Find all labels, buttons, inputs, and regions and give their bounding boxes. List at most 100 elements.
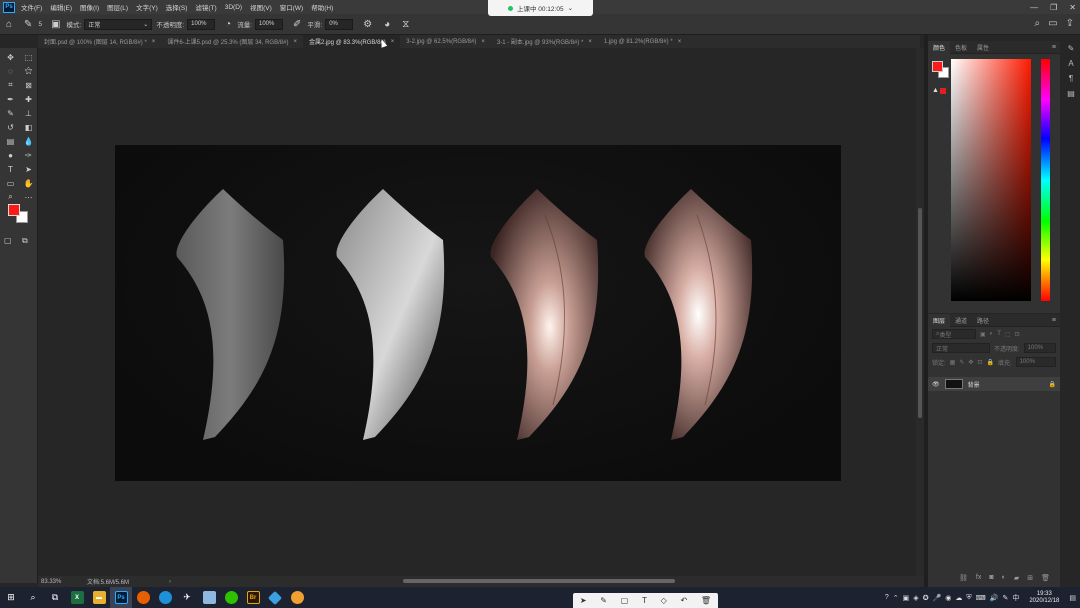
color-foreground-swatch[interactable] [932,61,943,72]
foreground-color-swatch[interactable] [8,204,20,216]
link-layers-icon[interactable]: ⛓ [959,574,968,582]
lock-position-icon[interactable]: ✥ [968,359,973,366]
tab-layers[interactable]: 图层 [928,313,951,327]
close-icon[interactable]: × [293,39,297,45]
search-icon[interactable]: ⌕ [22,587,44,608]
notification-icon[interactable]: ▤ [1069,594,1076,602]
close-icon[interactable]: × [588,39,592,45]
eraser-icon[interactable]: ◇ [661,596,667,605]
gamut-warning-icon[interactable]: ▲ [932,87,939,94]
trash-icon[interactable]: 🗑 [701,596,711,605]
new-layer-icon[interactable]: ⊞ [1027,574,1033,582]
menu-3d[interactable]: 3D(D) [225,4,242,11]
tab-document-1[interactable]: 课件6-上课5.psd @ 25.3% (图层 34, RGB/8#) × [161,35,303,48]
eyedropper-tool-icon[interactable]: ✒ [2,93,19,105]
blend-mode-select[interactable]: 正常 [932,343,990,353]
type-tool-icon[interactable]: T [2,163,19,175]
windows-start-icon[interactable]: ⊞ [0,587,22,608]
lock-all-icon[interactable]: 🔒 [986,359,993,366]
fill-field[interactable]: 100% [1015,357,1056,367]
tab-document-5[interactable]: 1.jpg @ 81.2%(RGB/8#) * × [598,35,687,48]
file-explorer-icon[interactable]: ▬ [88,587,110,608]
brush-preset-icon[interactable]: ✎ [24,19,32,30]
pointer-icon[interactable]: ➤ [580,596,587,605]
photoshop-taskbar-icon[interactable]: Ps [110,587,132,608]
menu-layer[interactable]: 图层(L) [107,2,128,12]
tab-channels[interactable]: 通道 [950,314,972,327]
filter-pixel-icon[interactable]: ▣ [980,331,986,338]
gamut-swatch[interactable] [940,88,946,94]
hand-tool-icon[interactable]: ✋ [20,177,37,189]
recording-indicator[interactable]: 上课中 00:12:05 ⌄ [488,0,593,16]
eye-icon[interactable]: 👁 [932,381,940,388]
firefox-icon[interactable] [132,587,154,608]
new-group-icon[interactable]: ▰ [1014,574,1019,582]
fx-icon[interactable]: fx [976,574,981,582]
zoom-level[interactable]: 83.33% [41,579,81,585]
tray-app-icon[interactable]: ◈ [913,594,918,602]
pressure-opacity-icon[interactable]: ◔ [225,19,231,30]
blur-tool-icon[interactable]: 💧 [20,135,37,147]
taskbar-clock[interactable]: 19:33 2020/12/18 [1029,591,1059,605]
scrollbar-thumb[interactable] [918,208,922,418]
menu-window[interactable]: 窗口(W) [280,2,303,12]
lasso-tool-icon[interactable]: ◌ [2,65,19,77]
move-tool-icon[interactable]: ✥ [2,51,19,63]
document-canvas[interactable] [115,145,841,481]
flow-field[interactable]: 100% [255,18,283,30]
layer-filter-select[interactable]: ⌕ 类型 [932,329,976,339]
layer-row-background[interactable]: 👁 背景 🔒 [928,377,1060,391]
close-icon[interactable]: × [152,39,156,45]
menu-help[interactable]: 帮助(H) [311,2,333,12]
quick-mask-icon[interactable]: ▢ [4,236,12,245]
filter-smart-icon[interactable]: ⊡ [1015,331,1020,338]
photoshop-logo[interactable]: Ps [3,1,15,13]
pressure-size-icon[interactable]: ◕ [384,19,390,30]
app-icon-orange[interactable] [286,587,308,608]
tab-document-0[interactable]: 封面.psd @ 100% (图层 14, RGB/8#) * × [38,35,161,48]
filter-type-icon[interactable]: T [997,331,1001,337]
mode-select[interactable]: 正常 ⌄ [84,18,153,30]
menu-type[interactable]: 文字(Y) [136,2,158,12]
document-workspace[interactable] [38,48,916,576]
symmetry-icon[interactable]: ⧖ [402,19,409,30]
tray-app-icon[interactable]: ✪ [923,594,929,602]
tab-properties[interactable]: 属性 [972,41,994,54]
dodge-tool-icon[interactable]: ● [2,149,19,161]
adjustment-layer-icon[interactable]: ◐ [1002,574,1006,582]
menu-select[interactable]: 选择(S) [166,2,188,12]
microphone-icon[interactable]: 🎤 [933,594,942,602]
workspace-icon[interactable]: ▭ [1048,18,1057,29]
menu-image[interactable]: 图像(I) [80,2,99,12]
menu-view[interactable]: 视图(V) [250,2,272,12]
lock-transparent-icon[interactable]: ▦ [950,359,956,366]
saturation-brightness-field[interactable] [951,59,1031,301]
close-icon[interactable]: × [678,39,682,45]
zoom-tool-icon[interactable]: ⌕ [2,191,19,203]
tab-swatches[interactable]: 色板 [950,41,972,54]
shield-icon[interactable]: ⛨ [966,594,971,602]
minimize-icon[interactable]: — [1030,3,1038,12]
home-icon[interactable]: ⌂ [6,19,12,30]
magic-wand-tool-icon[interactable]: ⚝ [20,65,37,77]
close-icon[interactable]: × [391,39,395,45]
text-icon[interactable]: T [642,596,647,605]
filter-adjust-icon[interactable]: ◐ [990,331,994,337]
search-icon[interactable]: ⌕ [1035,18,1041,29]
lock-artboard-icon[interactable]: ⊡ [977,359,982,366]
eraser-tool-icon[interactable]: ◧ [20,121,37,133]
layer-opacity-field[interactable]: 100% [1023,343,1056,353]
status-menu-icon[interactable]: › [169,579,171,585]
add-mask-icon[interactable]: ◙ [989,574,993,582]
gear-icon[interactable]: ⚙ [363,19,372,30]
more-tools-icon[interactable]: ⋯ [20,191,37,203]
healing-tool-icon[interactable]: ✚ [20,93,37,105]
menu-edit[interactable]: 编辑(E) [50,2,72,12]
crop-tool-icon[interactable]: ⌗ [2,79,19,91]
hue-slider[interactable] [1041,59,1050,301]
network-icon[interactable]: ⌨ [976,594,986,602]
horizontal-scrollbar-thumb[interactable] [403,579,675,583]
edge-icon[interactable] [154,587,176,608]
filter-shape-icon[interactable]: ⬚ [1005,331,1011,338]
pen-tool-icon[interactable]: ✑ [20,149,37,161]
